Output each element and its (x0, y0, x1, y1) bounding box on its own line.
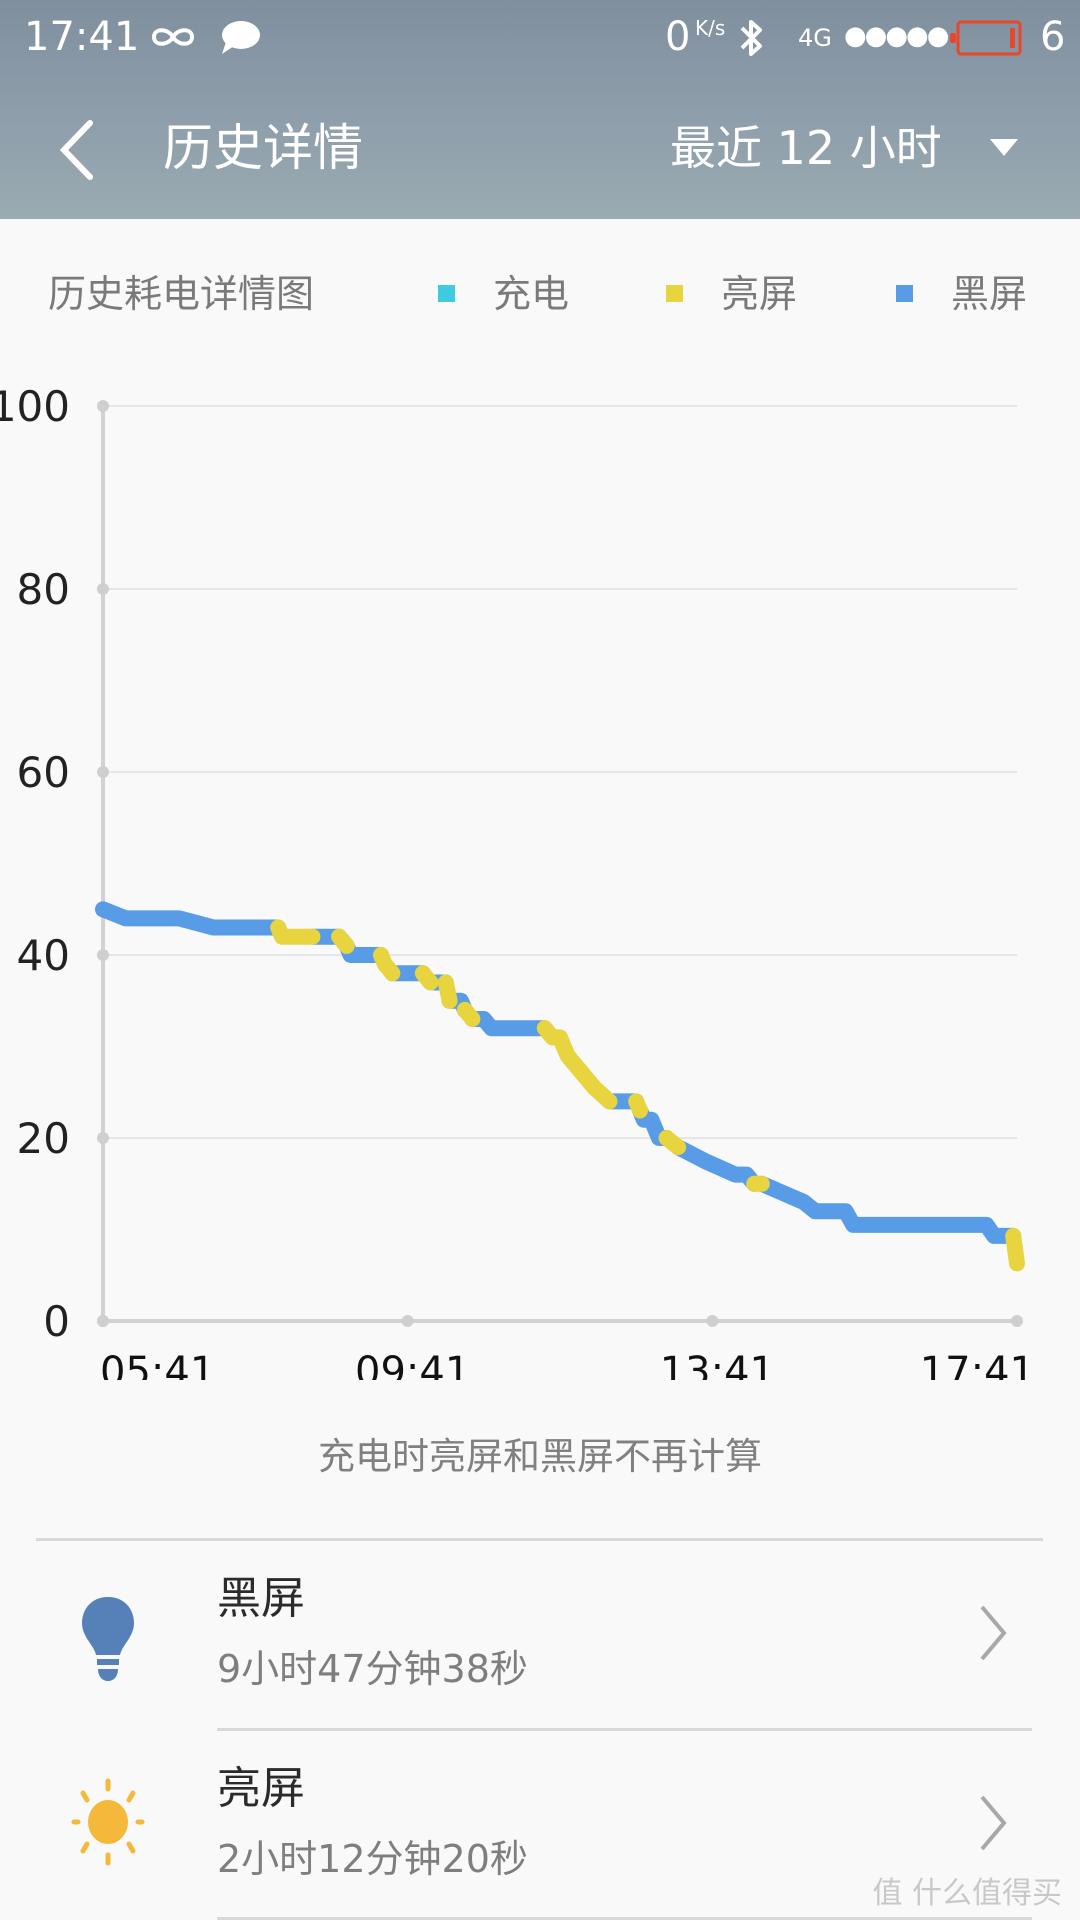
chevron-right-icon (980, 1605, 1007, 1661)
bluetooth-icon (740, 20, 762, 56)
back-arrow-icon (59, 120, 93, 180)
y-tick-label: 100 (0, 382, 70, 431)
battery-level: 6 (1040, 14, 1066, 60)
y-tick-label: 60 (17, 748, 70, 797)
legend-swatch-screen-on (666, 285, 683, 302)
series-segment-screen-off (95, 901, 287, 936)
y-tick-dot (97, 766, 109, 778)
legend-swatch-screen-off (896, 285, 913, 302)
x-tick-dot (1011, 1315, 1023, 1327)
usage-row-screen-off[interactable]: 黑屏 9小时47分钟38秒 (0, 1541, 1080, 1729)
series-segment-screen-off (753, 1175, 1022, 1244)
x-tick-dot (401, 1315, 414, 1327)
chart-legend: 历史耗电详情图 充电 亮屏 黑屏 (0, 265, 1080, 325)
status-bar: 17:41 0 K/s 4G ●●●●● 6 (0, 0, 1080, 75)
series-segment-screen-on (1005, 1227, 1025, 1272)
caret-down-icon (990, 139, 1018, 156)
chat-bubble-icon (222, 21, 260, 54)
chart-title: 历史耗电详情图 (48, 272, 315, 316)
usage-title: 黑屏 (217, 1573, 305, 1624)
chevron-right-icon (980, 1795, 1007, 1851)
legend-label-charging: 充电 (493, 272, 570, 316)
net-speed: 0 (665, 14, 691, 60)
x-tick-label: 09:41 (355, 1349, 470, 1380)
y-tick-label: 80 (17, 565, 70, 614)
chart-footnote: 充电时亮屏和黑屏不再计算 (318, 1435, 762, 1478)
y-tick-dot (97, 583, 109, 595)
series-segment-screen-on (414, 965, 439, 991)
status-time: 17:41 (24, 14, 140, 60)
series-segment-screen-on (456, 1001, 481, 1027)
lightbulb-icon (82, 1597, 134, 1681)
usage-duration: 9小时47分钟38秒 (217, 1647, 528, 1691)
y-tick-label: 40 (17, 931, 70, 980)
legend-swatch-charging (438, 285, 455, 302)
x-tick-label: 05:41 (100, 1349, 215, 1380)
infinity-icon (151, 28, 195, 46)
time-range-dropdown[interactable]: 最近 12 小时 (670, 115, 1030, 181)
x-tick-label: 17:41 (920, 1349, 1035, 1380)
signal-strength: ●●●●● (844, 21, 949, 51)
back-button[interactable] (50, 115, 120, 185)
series-segment-screen-on (270, 919, 321, 945)
x-tick-dot (97, 1315, 109, 1327)
net-speed-unit: K/s (695, 16, 726, 40)
legend-label-screen-on: 亮屏 (721, 272, 798, 316)
usage-duration: 2小时12分钟20秒 (217, 1837, 528, 1881)
series-segment-screen-on (331, 928, 355, 954)
series-segment-screen-on (628, 1093, 648, 1119)
time-range-selected: 最近 12 小时 (670, 121, 942, 175)
y-tick-dot (97, 400, 109, 412)
y-tick-dot (97, 1132, 109, 1144)
sun-icon (71, 1778, 145, 1866)
y-tick-dot (97, 949, 109, 961)
series-segment-screen-off (670, 1139, 763, 1192)
page-title: 历史详情 (163, 119, 363, 177)
series-segment-screen-off (464, 1011, 553, 1037)
chart-canvas: 0 20 40 60 80 100 05:41 09:41 13:41 17:41 (0, 382, 1035, 1380)
x-tick-label: 13:41 (660, 1349, 775, 1380)
series-segment-screen-on (373, 947, 401, 982)
battery-history-chart: 0 20 40 60 80 100 05:41 09:41 13:41 17:41 (0, 380, 1080, 1380)
y-tick-label: 0 (43, 1297, 70, 1346)
series-segment-screen-on (437, 974, 458, 1009)
watermark: 值 什么值得买 (872, 1876, 1062, 1911)
y-tick-label: 20 (17, 1114, 70, 1163)
series-segment-screen-on (536, 1020, 618, 1110)
legend-label-screen-off: 黑屏 (951, 272, 1028, 316)
x-tick-dot (706, 1315, 719, 1327)
usage-title: 亮屏 (217, 1763, 305, 1814)
series-segment-screen-on (658, 1130, 687, 1156)
battery-icon (950, 20, 1022, 56)
network-type: 4G (798, 24, 832, 52)
